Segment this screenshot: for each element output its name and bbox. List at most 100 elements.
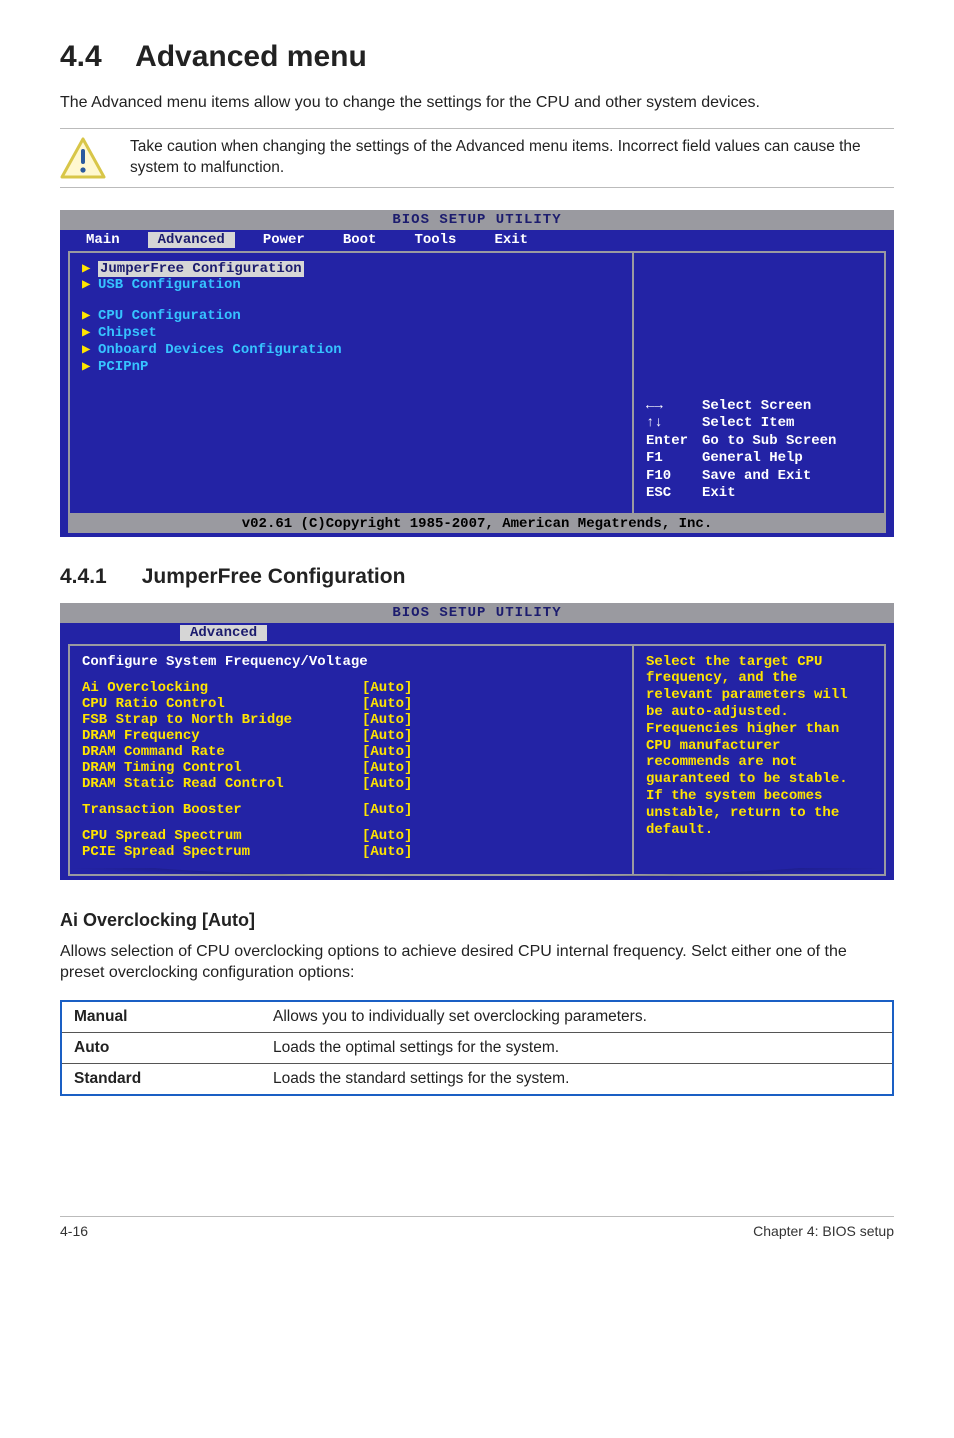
config-label: DRAM Frequency <box>82 728 362 744</box>
subsection-number: 4.4.1 <box>60 565 107 588</box>
help-key: F10 <box>646 468 702 486</box>
submenu-arrow-icon: ▶ <box>82 325 98 342</box>
submenu-arrow-icon: ▶ <box>82 308 98 325</box>
bios-help-keys: ←→Select Screen ↑↓Select Item EnterGo to… <box>646 398 872 503</box>
section-number: 4.4 <box>60 40 102 73</box>
caution-text: Take caution when changing the settings … <box>130 137 894 179</box>
bios-item-label: Chipset <box>98 325 157 342</box>
submenu-arrow-icon: ▶ <box>82 359 98 376</box>
help-key: F1 <box>646 450 702 468</box>
config-value: [Auto] <box>362 696 412 712</box>
bios-footer: v02.61 (C)Copyright 1985-2007, American … <box>68 515 886 533</box>
bios-left-pane: Configure System Frequency/Voltage Ai Ov… <box>70 646 634 874</box>
bios-tab-advanced[interactable]: Advanced <box>180 625 267 641</box>
bios-item-label: PCIPnP <box>98 359 148 376</box>
table-row: Standard Loads the standard settings for… <box>61 1063 893 1095</box>
bios-item[interactable]: ▶JumperFree Configuration <box>82 261 618 278</box>
bios-tab-main[interactable]: Main <box>76 232 130 248</box>
config-label: Transaction Booster <box>82 802 362 818</box>
config-label: DRAM Command Rate <box>82 744 362 760</box>
bios-config-row[interactable]: DRAM Command Rate[Auto] <box>82 744 618 760</box>
help-desc: Exit <box>702 485 736 503</box>
help-desc: Select Screen <box>702 398 811 416</box>
bios-config-row[interactable]: Transaction Booster[Auto] <box>82 802 618 818</box>
bios-left-pane: ▶JumperFree Configuration ▶USB Configura… <box>70 253 634 513</box>
option-desc: Allows you to individually set overclock… <box>261 1001 893 1033</box>
submenu-arrow-icon: ▶ <box>82 277 98 294</box>
bios-tab-power[interactable]: Power <box>253 232 315 248</box>
config-label: PCIE Spread Spectrum <box>82 844 362 860</box>
bios-item[interactable]: ▶Chipset <box>82 325 618 342</box>
help-desc: General Help <box>702 450 803 468</box>
config-label: CPU Ratio Control <box>82 696 362 712</box>
bios-item-label: USB Configuration <box>98 277 241 294</box>
bios-config-row[interactable]: DRAM Timing Control[Auto] <box>82 760 618 776</box>
config-value: [Auto] <box>362 744 412 760</box>
bios-help-text: Select the target CPU frequency, and the… <box>646 654 872 839</box>
config-label: DRAM Timing Control <box>82 760 362 776</box>
bios-config-row[interactable]: CPU Ratio Control[Auto] <box>82 696 618 712</box>
bios-item-label: Onboard Devices Configuration <box>98 342 342 359</box>
bios-config-row[interactable]: Ai Overclocking[Auto] <box>82 680 618 696</box>
help-key: ESC <box>646 485 702 503</box>
option-heading: Ai Overclocking [Auto] <box>60 910 894 931</box>
help-desc: Select Item <box>702 415 794 433</box>
section-title-text: Advanced menu <box>135 40 367 73</box>
config-value: [Auto] <box>362 712 412 728</box>
subsection-title: JumperFree Configuration <box>142 565 406 588</box>
option-key: Auto <box>61 1032 261 1063</box>
bios-item[interactable]: ▶Onboard Devices Configuration <box>82 342 618 359</box>
page-footer: 4-16 Chapter 4: BIOS setup <box>60 1216 894 1239</box>
bios-config-row[interactable]: DRAM Frequency[Auto] <box>82 728 618 744</box>
config-value: [Auto] <box>362 680 412 696</box>
config-value: [Auto] <box>362 828 412 844</box>
option-key: Manual <box>61 1001 261 1033</box>
help-key: Enter <box>646 433 702 451</box>
section-heading: 4.4 Advanced menu <box>60 40 894 74</box>
option-desc: Loads the standard settings for the syst… <box>261 1063 893 1095</box>
subsection-heading: 4.4.1 JumperFree Configuration <box>60 565 894 589</box>
bios-item-label: JumperFree Configuration <box>98 261 304 278</box>
options-table: Manual Allows you to individually set ov… <box>60 1000 894 1096</box>
bios-right-pane: Select the target CPU frequency, and the… <box>634 646 884 874</box>
bios-tab-advanced[interactable]: Advanced <box>148 232 235 248</box>
bios-tab-tools[interactable]: Tools <box>404 232 466 248</box>
section-intro: The Advanced menu items allow you to cha… <box>60 92 894 114</box>
bios-item-label: CPU Configuration <box>98 308 241 325</box>
help-desc: Save and Exit <box>702 468 811 486</box>
bios-title: BIOS SETUP UTILITY <box>60 210 894 230</box>
bios-config-row[interactable]: CPU Spread Spectrum[Auto] <box>82 828 618 844</box>
bios-item[interactable]: ▶PCIPnP <box>82 359 618 376</box>
bios-menubar: Advanced <box>60 623 894 644</box>
config-value: [Auto] <box>362 760 412 776</box>
bios-item[interactable]: ▶CPU Configuration <box>82 308 618 325</box>
bios-tab-exit[interactable]: Exit <box>484 232 538 248</box>
page-number: 4-16 <box>60 1223 88 1239</box>
config-label: Ai Overclocking <box>82 680 362 696</box>
bios-config-row[interactable]: FSB Strap to North Bridge[Auto] <box>82 712 618 728</box>
bios-tab-boot[interactable]: Boot <box>333 232 387 248</box>
submenu-arrow-icon: ▶ <box>82 261 98 278</box>
config-value: [Auto] <box>362 728 412 744</box>
bios-screen-advanced: BIOS SETUP UTILITY Main Advanced Power B… <box>60 210 894 537</box>
help-key: ↑↓ <box>646 415 702 433</box>
caution-icon <box>60 137 106 179</box>
table-row: Manual Allows you to individually set ov… <box>61 1001 893 1033</box>
config-value: [Auto] <box>362 776 412 792</box>
option-key: Standard <box>61 1063 261 1095</box>
config-label: FSB Strap to North Bridge <box>82 712 362 728</box>
bios-config-row[interactable]: PCIE Spread Spectrum[Auto] <box>82 844 618 860</box>
bios-title: BIOS SETUP UTILITY <box>60 603 894 623</box>
config-value: [Auto] <box>362 802 412 818</box>
bios-menubar: Main Advanced Power Boot Tools Exit <box>60 230 894 251</box>
config-label: DRAM Static Read Control <box>82 776 362 792</box>
submenu-arrow-icon: ▶ <box>82 342 98 359</box>
option-description: Allows selection of CPU overclocking opt… <box>60 941 894 984</box>
caution-note: Take caution when changing the settings … <box>60 128 894 188</box>
config-value: [Auto] <box>362 844 412 860</box>
bios-config-header: Configure System Frequency/Voltage <box>82 654 618 670</box>
bios-item[interactable]: ▶USB Configuration <box>82 277 618 294</box>
help-desc: Go to Sub Screen <box>702 433 836 451</box>
config-label: CPU Spread Spectrum <box>82 828 362 844</box>
bios-config-row[interactable]: DRAM Static Read Control[Auto] <box>82 776 618 792</box>
